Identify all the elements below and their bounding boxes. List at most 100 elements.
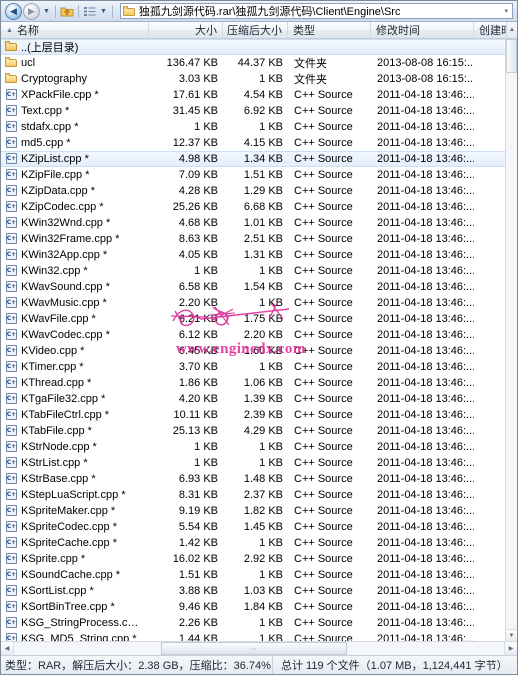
file-name-cell[interactable]: KSprite.cpp *	[1, 553, 149, 565]
table-row[interactable]: KTgaFile32.cpp * 4.20 KB 1.39 KB C++ Source…	[1, 391, 505, 407]
table-row[interactable]: md5.cpp * 12.37 KB 4.15 KB C++ Source 2011-0…	[1, 135, 505, 151]
table-row[interactable]: KWin32Frame.cpp * 8.63 KB 2.51 KB C++ Sourc…	[1, 231, 505, 247]
table-row[interactable]: KWavFile.cpp * 6.21 KB 1.75 KB C++ Source 20…	[1, 311, 505, 327]
horizontal-scrollbar-thumb[interactable]: ⋯	[161, 642, 348, 655]
file-name-cell[interactable]: KSoundCache.cpp *	[1, 569, 149, 581]
table-row[interactable]: KSortList.cpp * 3.88 KB 1.03 KB C++ Source 2…	[1, 583, 505, 599]
table-row[interactable]: KZipFile.cpp * 7.09 KB 1.51 KB C++ Source 20…	[1, 167, 505, 183]
file-list[interactable]: ..(上层目录) ucl 136.47 KB 44.37 KB 文件夹 2013-08-0…	[1, 39, 505, 641]
table-row[interactable]: KTabFileCtrl.cpp * 10.11 KB 2.39 KB C++ Sou…	[1, 407, 505, 423]
file-name-cell[interactable]: KZipData.cpp *	[1, 185, 149, 197]
table-row[interactable]: KSortBinTree.cpp * 9.46 KB 1.84 KB C++ Sour…	[1, 599, 505, 615]
file-name-cell[interactable]: KWin32.cpp *	[1, 265, 149, 277]
table-row[interactable]: KTabFile.cpp * 25.13 KB 4.29 KB C++ Source 2…	[1, 423, 505, 439]
vertical-scrollbar[interactable]: ▼	[505, 39, 517, 641]
file-name-cell[interactable]: KWavSound.cpp *	[1, 281, 149, 293]
file-name-cell[interactable]: KSortList.cpp *	[1, 585, 149, 597]
table-row[interactable]: Text.cpp * 31.45 KB 6.92 KB C++ Source 2011-…	[1, 103, 505, 119]
file-name-cell[interactable]: KStepLuaScript.cpp *	[1, 489, 149, 501]
horizontal-scrollbar[interactable]: ◀ ⋯ ▶	[1, 641, 517, 655]
file-name-cell[interactable]: Cryptography	[1, 73, 149, 85]
file-name-cell[interactable]: KSpriteMaker.cpp *	[1, 505, 149, 517]
table-row[interactable]: stdafx.cpp * 1 KB 1 KB C++ Source 2011-04-18…	[1, 119, 505, 135]
address-dropdown-caret-icon[interactable]: ▾	[502, 7, 510, 15]
file-name-cell[interactable]: KWavCodec.cpp *	[1, 329, 149, 341]
table-row[interactable]: XPackFile.cpp * 17.61 KB 4.54 KB C++ Source…	[1, 87, 505, 103]
file-name-cell[interactable]: XPackFile.cpp *	[1, 89, 149, 101]
file-name-cell[interactable]: KSortBinTree.cpp *	[1, 601, 149, 613]
file-name-cell[interactable]: KThread.cpp *	[1, 377, 149, 389]
table-row[interactable]: KZipCodec.cpp * 25.26 KB 6.68 KB C++ Source…	[1, 199, 505, 215]
view-mode-icon[interactable]	[82, 4, 98, 19]
file-name-cell[interactable]: Text.cpp *	[1, 105, 149, 117]
vertical-scrollbar-track[interactable]	[506, 73, 517, 629]
table-row[interactable]: KWin32.cpp * 1 KB 1 KB C++ Source 2011-04-18…	[1, 263, 505, 279]
up-folder-icon[interactable]	[59, 4, 75, 19]
column-header-compressed[interactable]: 压缩后大小	[223, 22, 288, 38]
file-name-cell[interactable]: KWin32Wnd.cpp *	[1, 217, 149, 229]
table-row[interactable]: ucl 136.47 KB 44.37 KB 文件夹 2013-08-08 16:15:…	[1, 55, 505, 71]
file-name-cell[interactable]: KTgaFile32.cpp *	[1, 393, 149, 405]
file-name-cell[interactable]: ucl	[1, 57, 149, 69]
scroll-down-button[interactable]: ▼	[506, 629, 517, 641]
table-row[interactable]: KStepLuaScript.cpp * 8.31 KB 2.37 KB C++ So…	[1, 487, 505, 503]
file-name-cell[interactable]: KTabFileCtrl.cpp *	[1, 409, 149, 421]
vertical-scrollbar-thumb[interactable]	[506, 39, 517, 73]
table-row[interactable]: KSpriteMaker.cpp * 9.19 KB 1.82 KB C++ Sour…	[1, 503, 505, 519]
file-name-cell[interactable]: KTabFile.cpp *	[1, 425, 149, 437]
file-name-cell[interactable]: KSpriteCache.cpp *	[1, 537, 149, 549]
file-name-cell[interactable]: KVideo.cpp *	[1, 345, 149, 357]
table-row[interactable]: KSpriteCache.cpp * 1.42 KB 1 KB C++ Source 2…	[1, 535, 505, 551]
column-header-created[interactable]: 创建时间	[474, 22, 506, 38]
file-name-cell[interactable]: KSpriteCodec.cpp *	[1, 521, 149, 533]
table-row[interactable]: KStrList.cpp * 1 KB 1 KB C++ Source 2011-04-…	[1, 455, 505, 471]
view-dropdown-caret-icon[interactable]: ▼	[98, 8, 109, 15]
file-name-cell[interactable]: KSG_StringProcess.cpp *	[1, 617, 149, 629]
file-name-cell[interactable]: KSG_MD5_String.cpp *	[1, 633, 149, 641]
table-row[interactable]: KSG_StringProcess.cpp * 2.26 KB 1 KB C++ So…	[1, 615, 505, 631]
table-row[interactable]: KTimer.cpp * 3.70 KB 1 KB C++ Source 2011-04…	[1, 359, 505, 375]
table-row[interactable]: KWin32App.cpp * 4.05 KB 1.31 KB C++ Source 2…	[1, 247, 505, 263]
table-row[interactable]: KSprite.cpp * 16.02 KB 2.92 KB C++ Source 20…	[1, 551, 505, 567]
file-name-cell[interactable]: KWavMusic.cpp *	[1, 297, 149, 309]
table-row[interactable]: KWin32Wnd.cpp * 4.68 KB 1.01 KB C++ Source 2…	[1, 215, 505, 231]
table-row[interactable]: Cryptography 3.03 KB 1 KB 文件夹 2013-08-08 16:…	[1, 71, 505, 87]
table-row[interactable]: KStrNode.cpp * 1 KB 1 KB C++ Source 2011-04-…	[1, 439, 505, 455]
table-row[interactable]: KWavSound.cpp * 6.58 KB 1.54 KB C++ Source 2…	[1, 279, 505, 295]
scroll-left-button[interactable]: ◀	[1, 642, 14, 655]
horizontal-scrollbar-track[interactable]: ⋯	[14, 642, 504, 655]
column-header-modified[interactable]: 修改时间	[371, 22, 474, 38]
table-row[interactable]: KSpriteCodec.cpp * 5.54 KB 1.45 KB C++ Sour…	[1, 519, 505, 535]
column-header-size[interactable]: 大小	[149, 22, 223, 38]
file-name-cell[interactable]: KStrNode.cpp *	[1, 441, 149, 453]
table-row[interactable]: KStrBase.cpp * 6.93 KB 1.48 KB C++ Source 20…	[1, 471, 505, 487]
file-name-cell[interactable]: KZipList.cpp *	[1, 153, 149, 165]
table-row[interactable]: KThread.cpp * 1.86 KB 1.06 KB C++ Source 201…	[1, 375, 505, 391]
scroll-up-icon[interactable]: ▲	[509, 27, 515, 33]
file-name-cell[interactable]: stdafx.cpp *	[1, 121, 149, 133]
back-icon[interactable]: ◀	[5, 2, 22, 20]
file-name-cell[interactable]: KWin32App.cpp *	[1, 249, 149, 261]
table-row[interactable]: KSG_MD5_String.cpp * 1.44 KB 1 KB C++ Sourc…	[1, 631, 505, 641]
history-dropdown-caret-icon[interactable]: ▼	[41, 8, 52, 15]
file-name-cell[interactable]: md5.cpp *	[1, 137, 149, 149]
table-row[interactable]: KZipData.cpp * 4.28 KB 1.29 KB C++ Source 20…	[1, 183, 505, 199]
scroll-right-button[interactable]: ▶	[504, 642, 517, 655]
table-row[interactable]: KWavCodec.cpp * 6.12 KB 2.20 KB C++ Source 2…	[1, 327, 505, 343]
file-name-cell[interactable]: KTimer.cpp *	[1, 361, 149, 373]
table-row[interactable]: ..(上层目录)	[1, 39, 505, 55]
file-name-cell[interactable]: KWavFile.cpp *	[1, 313, 149, 325]
column-header-name[interactable]: ▲ 名称	[1, 22, 149, 38]
table-row[interactable]: KWavMusic.cpp * 2.20 KB 1 KB C++ Source 2011…	[1, 295, 505, 311]
forward-icon[interactable]: ▶	[23, 2, 40, 20]
table-row[interactable]: KVideo.cpp * 6.45 KB 1.60 KB C++ Source 2011…	[1, 343, 505, 359]
address-bar[interactable]: 独孤九剑源代码.rar\独孤九剑源代码\Client\Engine\Src ▾	[119, 3, 513, 19]
file-name-cell[interactable]: KWin32Frame.cpp *	[1, 233, 149, 245]
file-name-cell[interactable]: KZipFile.cpp *	[1, 169, 149, 181]
table-row[interactable]: KSoundCache.cpp * 1.51 KB 1 KB C++ Source 20…	[1, 567, 505, 583]
file-name-cell[interactable]: ..(上层目录)	[1, 39, 149, 55]
file-name-cell[interactable]: KStrBase.cpp *	[1, 473, 149, 485]
file-name-cell[interactable]: KStrList.cpp *	[1, 457, 149, 469]
file-name-cell[interactable]: KZipCodec.cpp *	[1, 201, 149, 213]
table-row[interactable]: KZipList.cpp * 4.98 KB 1.34 KB C++ Source 20…	[1, 151, 505, 167]
